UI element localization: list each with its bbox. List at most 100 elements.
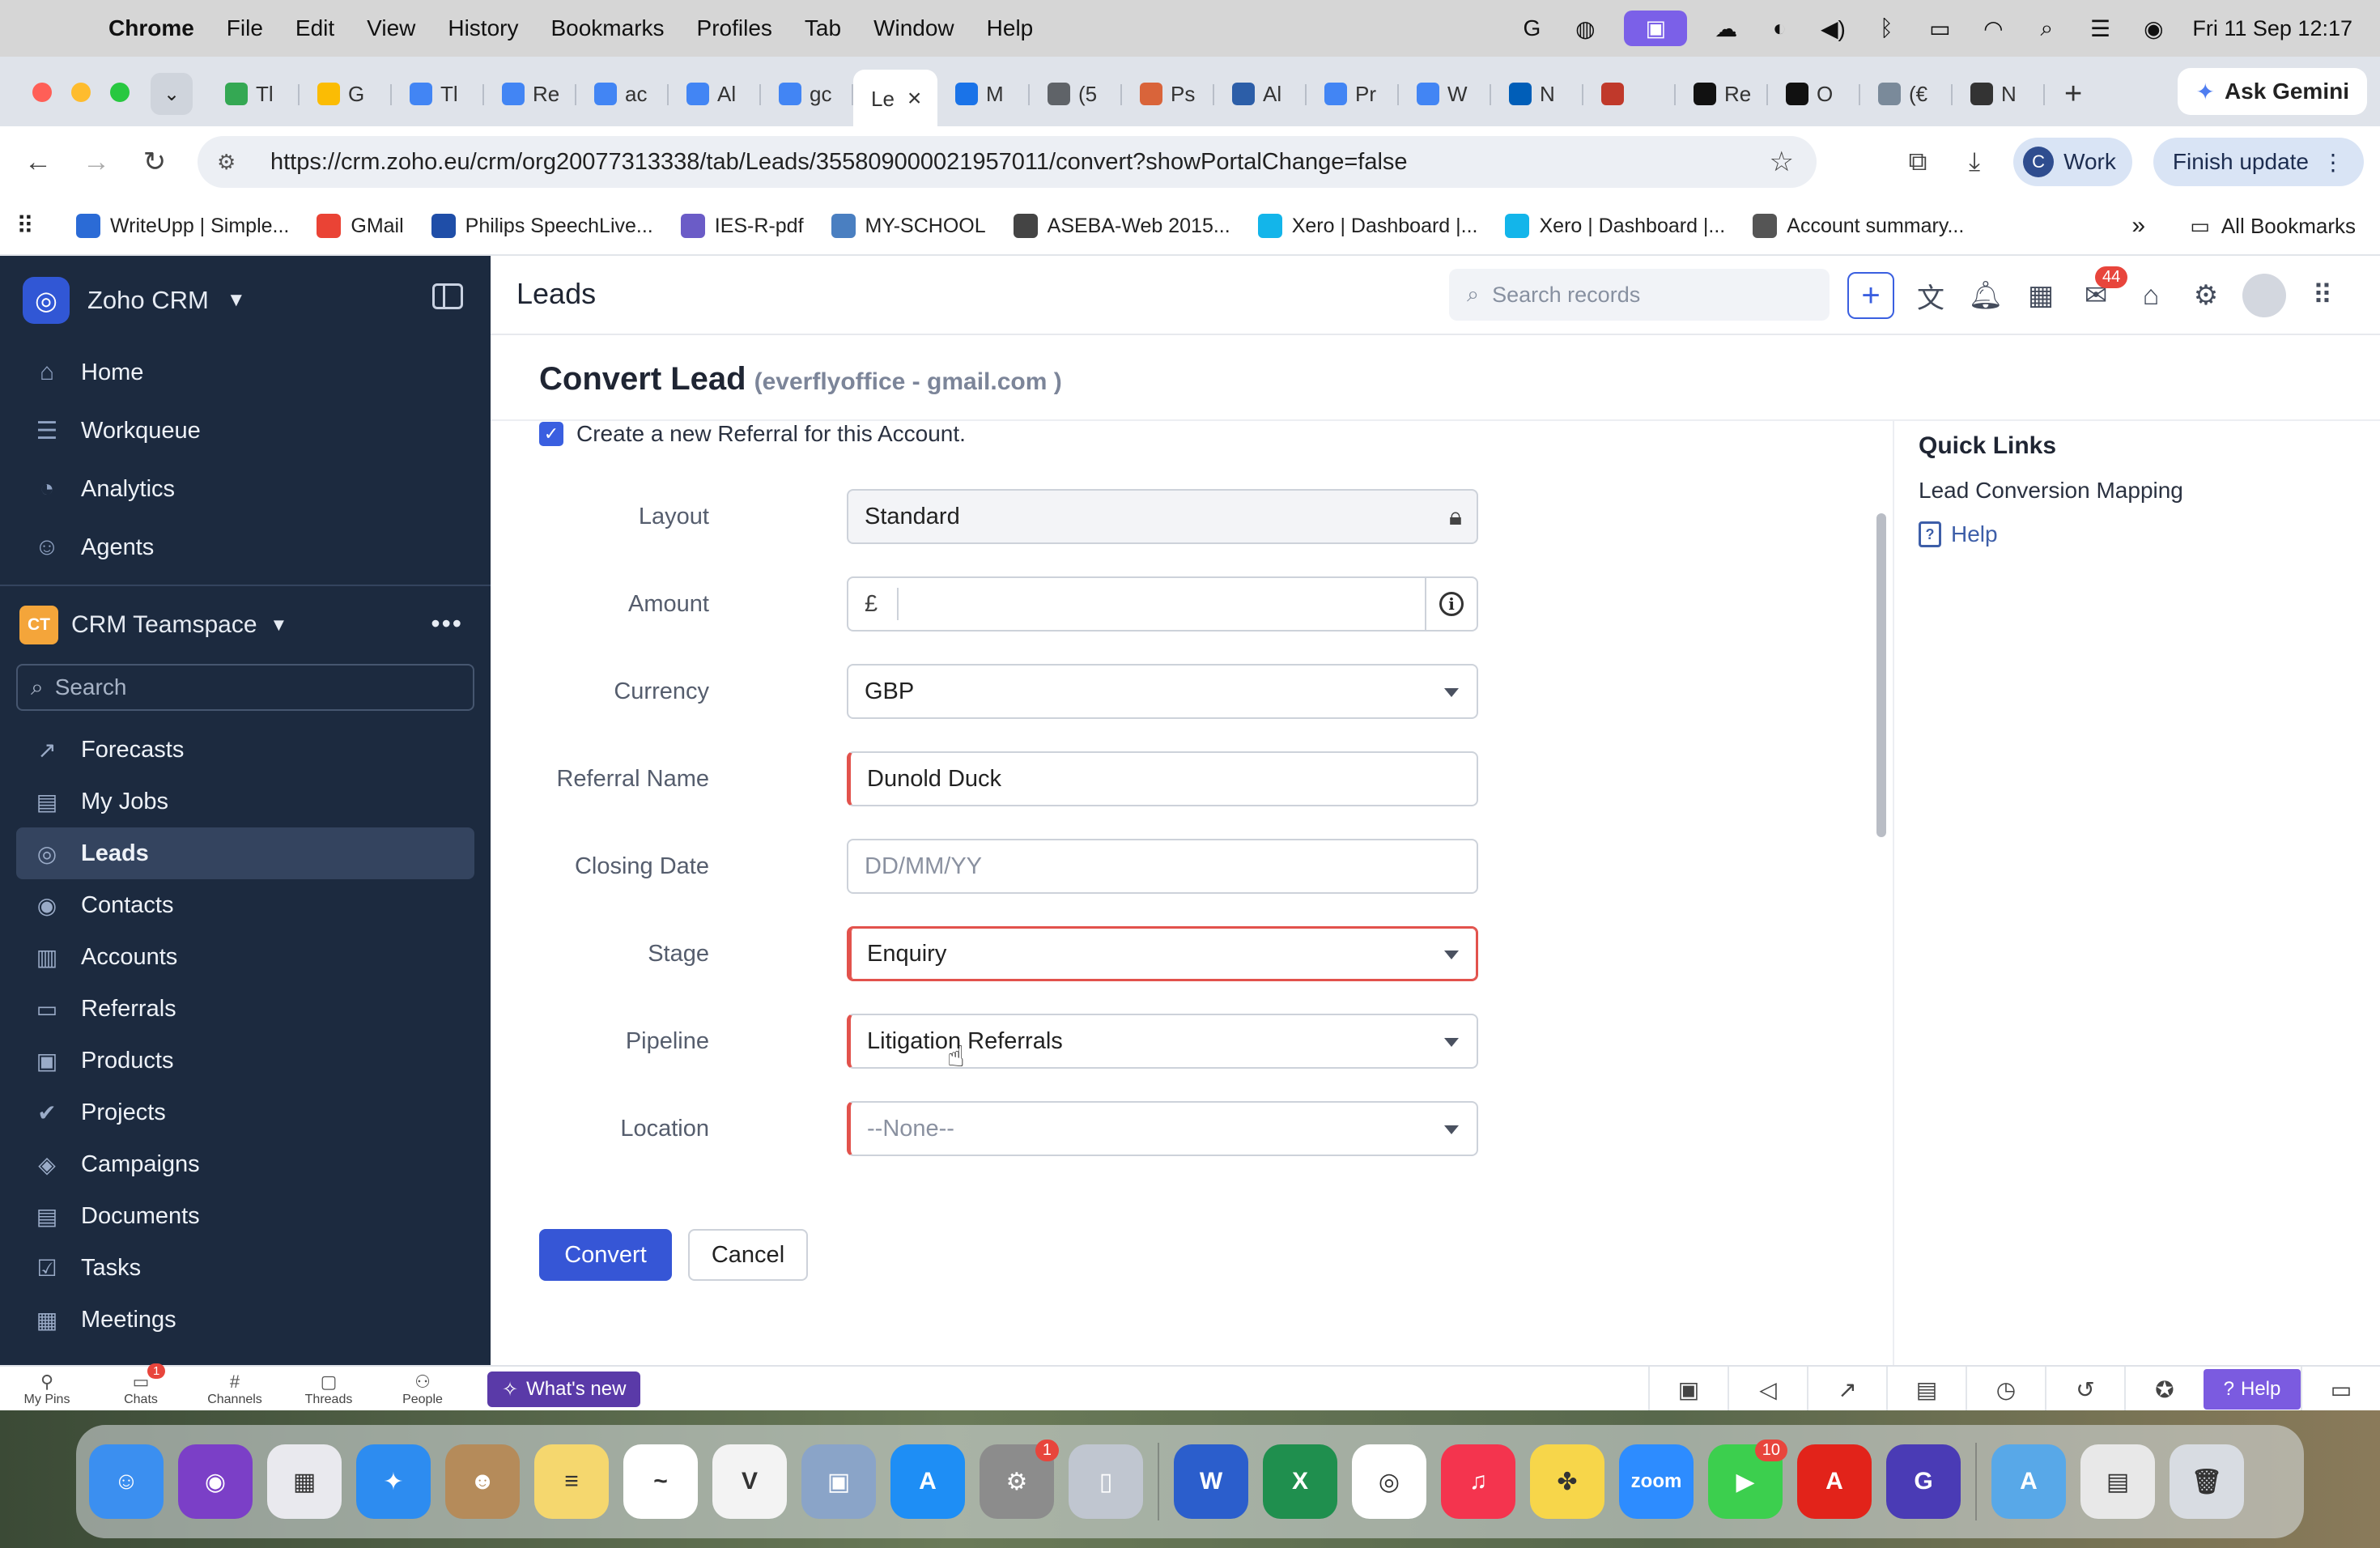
- bookmark-item[interactable]: Account summary...: [1753, 214, 1964, 238]
- browser-tab[interactable]: (5: [1030, 70, 1122, 118]
- zoom-window-button[interactable]: [110, 83, 130, 102]
- dock-app-store-icon[interactable]: A: [890, 1444, 965, 1519]
- create-record-plus-icon[interactable]: +: [1847, 272, 1894, 319]
- bookmark-star-icon[interactable]: ☆: [1770, 146, 1794, 178]
- history-icon[interactable]: ↺: [2045, 1367, 2124, 1412]
- dock-chrome-icon[interactable]: ◎: [1352, 1444, 1426, 1519]
- amount-info-icon[interactable]: i: [1425, 578, 1477, 630]
- forward-arrow-icon[interactable]: →: [76, 142, 117, 182]
- browser-tab[interactable]: O: [1768, 70, 1860, 118]
- menubar-clock[interactable]: Fri 11 Sep 12:17: [2192, 16, 2352, 41]
- apps-grid-icon[interactable]: ⠿: [2304, 279, 2341, 312]
- downloads-icon[interactable]: ⤓: [1957, 147, 1992, 177]
- browser-tab[interactable]: N: [1491, 70, 1583, 118]
- siri-icon[interactable]: ◉: [2139, 14, 2168, 43]
- dock-finder-icon[interactable]: ☺: [89, 1444, 164, 1519]
- profile-button[interactable]: C Work: [2013, 138, 2132, 186]
- dock-freeform-icon[interactable]: ~: [623, 1444, 698, 1519]
- bookmark-item[interactable]: Xero | Dashboard |...: [1257, 214, 1477, 238]
- menu-view[interactable]: View: [367, 15, 415, 41]
- notes-icon[interactable]: ▭: [2301, 1367, 2380, 1412]
- sidebar-item-campaigns[interactable]: ◈ Campaigns: [16, 1138, 474, 1190]
- dock-launchpad-icon[interactable]: ▦: [267, 1444, 342, 1519]
- activity-chart-icon[interactable]: ↗: [1807, 1367, 1886, 1412]
- cancel-button[interactable]: Cancel: [688, 1229, 808, 1281]
- screen-mirroring-icon[interactable]: ▣: [1624, 11, 1688, 46]
- browser-tab[interactable]: G: [300, 70, 392, 118]
- bottom-tool-chats[interactable]: ▭ Chats 1: [94, 1363, 188, 1412]
- mx-status-icon[interactable]: ◐: [1765, 14, 1794, 43]
- browser-tab[interactable]: (€: [1860, 70, 1953, 118]
- bluetooth-icon[interactable]: ᛒ: [1872, 14, 1901, 43]
- bookmark-item[interactable]: GMail: [317, 214, 404, 238]
- browser-tab[interactable]: gc: [761, 70, 853, 118]
- back-arrow-icon[interactable]: ←: [18, 142, 58, 182]
- browser-tab[interactable]: Re: [1676, 70, 1768, 118]
- dock-word-icon[interactable]: W: [1174, 1444, 1248, 1519]
- browser-tab[interactable]: Tl: [392, 70, 484, 118]
- browser-tab-active[interactable]: Le ×: [853, 70, 937, 128]
- closing-date-input[interactable]: DD/MM/YY: [847, 839, 1478, 894]
- tab-close-icon[interactable]: ×: [907, 85, 922, 113]
- bottom-help-button[interactable]: ? Help: [2204, 1369, 2301, 1410]
- bookmark-item[interactable]: IES-R-pdf: [680, 214, 804, 238]
- bottom-tool-my-pins[interactable]: ⚲ My Pins: [0, 1367, 94, 1412]
- reload-icon[interactable]: ↻: [134, 142, 175, 182]
- sidebar-item-my-jobs[interactable]: ▤ My Jobs: [16, 776, 474, 827]
- sidebar-item-meetings[interactable]: ▦ Meetings: [16, 1294, 474, 1346]
- translate-icon[interactable]: 文: [1912, 276, 1949, 316]
- location-select[interactable]: --None--: [847, 1101, 1478, 1156]
- menu-file[interactable]: File: [227, 15, 263, 41]
- apps-grid-icon[interactable]: ⠿: [16, 212, 49, 240]
- sidebar-toggle-icon[interactable]: [432, 283, 463, 309]
- dock-excel-icon[interactable]: X: [1263, 1444, 1337, 1519]
- convert-button[interactable]: Convert: [539, 1229, 672, 1281]
- tab-search-chevron-icon[interactable]: ⌄: [151, 73, 193, 115]
- menu-history[interactable]: History: [448, 15, 518, 41]
- whats-new-button[interactable]: ✧ What's new: [487, 1372, 641, 1407]
- sidebar-item-referrals[interactable]: ▭ Referrals: [16, 983, 474, 1035]
- create-referral-checkbox[interactable]: ✓: [539, 422, 563, 446]
- dock-acrobat-icon[interactable]: A: [1797, 1444, 1872, 1519]
- new-tab-plus-icon[interactable]: +: [2064, 77, 2082, 112]
- finish-update-button[interactable]: Finish update ⋮: [2153, 138, 2364, 186]
- sidebar-item-analytics[interactable]: ◔ Analytics: [16, 460, 474, 518]
- dock-safari-icon[interactable]: ✦: [356, 1444, 431, 1519]
- calendar-icon[interactable]: ▦: [2022, 279, 2059, 312]
- lead-conversion-mapping-link[interactable]: Lead Conversion Mapping: [1919, 478, 2183, 504]
- dock-facetime-icon[interactable]: ▶ 10: [1708, 1440, 1787, 1519]
- dock-system-settings-icon[interactable]: ⚙ 1: [980, 1440, 1059, 1519]
- form-scrollbar[interactable]: [1876, 513, 1886, 837]
- browser-tab[interactable]: Tl: [207, 70, 300, 118]
- crm-brand[interactable]: ◎ Zoho CRM ▼: [23, 277, 246, 324]
- browser-tab[interactable]: N: [1953, 70, 2045, 118]
- mail-icon[interactable]: ✉ 44: [2077, 266, 2128, 312]
- dock-iphone-mirroring-icon[interactable]: ▯: [1069, 1444, 1143, 1519]
- menu-profiles[interactable]: Profiles: [697, 15, 772, 41]
- dock-applications-folder-icon[interactable]: A: [1991, 1444, 2066, 1519]
- announcement-icon[interactable]: ◁: [1728, 1367, 1807, 1412]
- browser-tab[interactable]: Al: [669, 70, 761, 118]
- referral-name-input[interactable]: Dunold Duck: [847, 751, 1478, 806]
- battery-icon[interactable]: ▭: [1925, 14, 1954, 43]
- bookmark-item[interactable]: MY-SCHOOL: [831, 214, 986, 238]
- dock-downloads-stack-icon[interactable]: ▤: [2080, 1444, 2155, 1519]
- screen-share-icon[interactable]: ▣: [1648, 1367, 1728, 1412]
- bookmark-item[interactable]: Xero | Dashboard |...: [1505, 214, 1725, 238]
- dock-contacts-icon[interactable]: ☻: [445, 1444, 520, 1519]
- dock-preview-icon[interactable]: ▣: [801, 1444, 876, 1519]
- browser-tab[interactable]: W: [1399, 70, 1491, 118]
- close-window-button[interactable]: [32, 83, 52, 102]
- address-url[interactable]: https://crm.zoho.eu/crm/org20077313338/t…: [270, 149, 1408, 176]
- sidebar-search-input[interactable]: ⌕ Search: [16, 664, 474, 711]
- menu-bookmarks[interactable]: Bookmarks: [550, 15, 664, 41]
- sidebar-item-accounts[interactable]: ▥ Accounts: [16, 931, 474, 983]
- minimize-window-button[interactable]: [71, 83, 91, 102]
- menu-tab[interactable]: Tab: [805, 15, 841, 41]
- menu-help[interactable]: Help: [987, 15, 1034, 41]
- settings-gear-icon[interactable]: ⚙: [2187, 279, 2225, 312]
- menu-window[interactable]: Window: [873, 15, 954, 41]
- sidebar-item-projects[interactable]: ✔ Projects: [16, 1087, 474, 1138]
- address-bar[interactable]: ⚙ https://crm.zoho.eu/crm/org20077313338…: [198, 136, 1817, 188]
- help-link[interactable]: ? Help: [1919, 521, 2183, 547]
